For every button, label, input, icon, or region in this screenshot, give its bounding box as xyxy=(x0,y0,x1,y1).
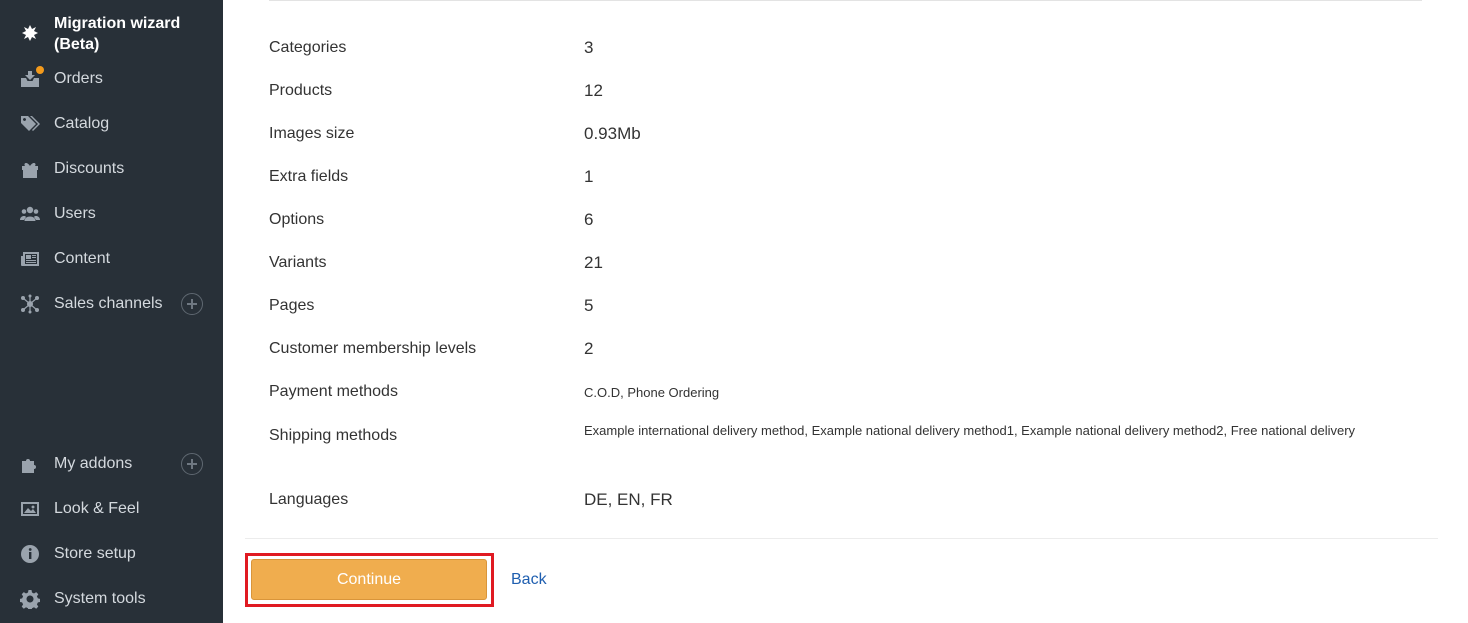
summary-label: Extra fields xyxy=(269,168,349,185)
sidebar: Migration wizard (Beta) Orders Catalog D… xyxy=(0,0,223,623)
bottom-divider xyxy=(245,538,1438,539)
migration-logo-icon xyxy=(19,23,41,45)
notification-dot xyxy=(36,66,44,74)
summary-label: Pages xyxy=(269,297,315,314)
summary-value: 6 xyxy=(584,210,594,229)
summary-value: 1 xyxy=(584,167,594,186)
sidebar-item-label: Content xyxy=(54,250,111,267)
summary-value: 0.93Mb xyxy=(584,124,641,143)
summary-label: Payment methods xyxy=(269,383,398,400)
sidebar-item-my-addons[interactable]: My addons xyxy=(0,444,223,484)
sidebar-item-label: Look & Feel xyxy=(54,500,140,517)
summary-label: Languages xyxy=(269,491,349,508)
summary-label: Customer membership levels xyxy=(269,340,477,357)
summary-label: Variants xyxy=(269,254,327,271)
sidebar-item-look-and-feel[interactable]: Look & Feel xyxy=(0,489,223,529)
sidebar-item-content[interactable]: Content xyxy=(0,239,223,279)
info-icon xyxy=(19,543,41,565)
tags-icon xyxy=(19,113,41,135)
sidebar-item-label: Catalog xyxy=(54,115,110,132)
summary-label: Shipping methods xyxy=(269,427,398,444)
sidebar-item-catalog[interactable]: Catalog xyxy=(0,104,223,144)
network-icon xyxy=(19,293,41,315)
summary-label: Products xyxy=(269,82,333,99)
puzzle-icon xyxy=(19,453,41,475)
orders-icon xyxy=(19,66,44,90)
users-icon xyxy=(19,203,41,225)
add-sales-channel-button[interactable] xyxy=(181,293,203,315)
sidebar-item-label: Users xyxy=(54,205,96,222)
sidebar-item-users[interactable]: Users xyxy=(0,194,223,234)
image-icon xyxy=(19,498,41,520)
summary-value: C.O.D, Phone Ordering xyxy=(584,385,720,400)
summary-value: 12 xyxy=(584,81,603,100)
summary-label: Images size xyxy=(269,125,355,142)
sidebar-item-migration-wizard[interactable]: Migration wizard (Beta) xyxy=(0,12,223,56)
sidebar-item-system-tools[interactable]: System tools xyxy=(0,579,223,619)
summary-label: Options xyxy=(269,211,325,228)
summary-value: 5 xyxy=(584,296,594,315)
sidebar-title: Migration wizard (Beta) xyxy=(54,15,181,53)
summary-value: Example international delivery method, E… xyxy=(584,423,1356,438)
newspaper-icon xyxy=(19,248,41,270)
summary-value: 2 xyxy=(584,339,594,358)
sidebar-item-label: System tools xyxy=(54,590,146,607)
sidebar-item-label: Discounts xyxy=(54,160,125,177)
sidebar-item-discounts[interactable]: Discounts xyxy=(0,149,223,189)
sidebar-item-store-setup[interactable]: Store setup xyxy=(0,534,223,574)
add-addon-button[interactable] xyxy=(181,453,203,475)
summary-value: 21 xyxy=(584,253,603,272)
gift-icon xyxy=(19,158,41,180)
top-divider xyxy=(269,0,1422,1)
sidebar-item-orders[interactable]: Orders xyxy=(0,59,223,99)
gear-icon xyxy=(19,588,41,610)
sidebar-item-sales-channels[interactable]: Sales channels xyxy=(0,284,223,324)
sidebar-item-label: Orders xyxy=(54,70,103,87)
summary-value: DE, EN, FR xyxy=(584,490,673,509)
sidebar-item-label: Store setup xyxy=(54,545,136,562)
sidebar-item-label: My addons xyxy=(54,455,133,472)
continue-button[interactable]: Continue xyxy=(251,559,487,600)
summary-label: Categories xyxy=(269,39,347,56)
summary-value: 3 xyxy=(584,38,594,57)
sidebar-item-label: Sales channels xyxy=(54,295,163,312)
back-link[interactable]: Back xyxy=(511,571,547,589)
